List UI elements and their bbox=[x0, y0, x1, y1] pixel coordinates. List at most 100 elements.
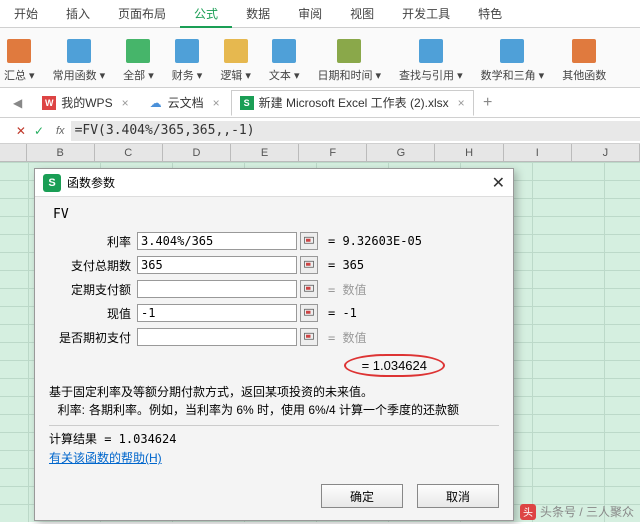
col-header[interactable]: I bbox=[504, 144, 572, 161]
ribbon-group-icon bbox=[500, 39, 524, 63]
function-name: FV bbox=[53, 207, 499, 222]
wps-icon: W bbox=[42, 96, 56, 110]
arg-input[interactable] bbox=[137, 328, 297, 346]
accept-formula-icon[interactable]: ✓ bbox=[34, 124, 44, 138]
arg-input[interactable] bbox=[137, 280, 297, 298]
argument-row: 支付总期数 = 365 bbox=[49, 254, 499, 276]
col-header[interactable]: F bbox=[299, 144, 367, 161]
cancel-formula-icon[interactable]: ✕ bbox=[16, 124, 26, 138]
arg-label: 支付总期数 bbox=[49, 257, 137, 274]
column-headers: B C D E F G H I J bbox=[0, 144, 640, 162]
formula-bar: ✕ ✓ fx =FV(3.404%/365,365,,-1) bbox=[0, 118, 640, 144]
ribbon-group-label: 汇总 ▾ bbox=[4, 67, 35, 83]
argument-row: 定期支付额 = 数值 bbox=[49, 278, 499, 300]
ribbon-group-icon bbox=[572, 39, 596, 63]
close-icon[interactable]: × bbox=[122, 96, 129, 110]
arg-value: = 9.32603E-05 bbox=[328, 234, 422, 248]
ribbon-group[interactable]: 常用函数 ▾ bbox=[53, 39, 106, 83]
ribbon-group-label: 逻辑 ▾ bbox=[220, 67, 251, 83]
range-selector-icon[interactable] bbox=[300, 304, 318, 322]
ribbon-tabs: 开始 插入 页面布局 公式 数据 审阅 视图 开发工具 特色 bbox=[0, 0, 640, 28]
ribbon-group-icon bbox=[419, 39, 443, 63]
toutiao-icon: 头 bbox=[520, 504, 536, 520]
ribbon-group[interactable]: 财务 ▾ bbox=[172, 39, 203, 83]
cloud-icon: ☁ bbox=[149, 96, 163, 110]
dialog-titlebar[interactable]: S 函数参数 ✕ bbox=[35, 169, 513, 197]
ribbon-group-icon bbox=[272, 39, 296, 63]
arg-input[interactable] bbox=[137, 304, 297, 322]
arg-label: 定期支付额 bbox=[49, 281, 137, 298]
cancel-button[interactable]: 取消 bbox=[417, 484, 499, 508]
ok-button[interactable]: 确定 bbox=[321, 484, 403, 508]
ribbon-groups: 汇总 ▾ 常用函数 ▾ 全部 ▾ 财务 ▾ 逻辑 ▾ 文本 ▾ 日期和时间 ▾ … bbox=[0, 28, 640, 88]
tab-start[interactable]: 开始 bbox=[0, 0, 52, 28]
ribbon-group[interactable]: 逻辑 ▾ bbox=[220, 39, 251, 83]
calc-result: 计算结果 = 1.034624 bbox=[49, 425, 499, 447]
ribbon-group-label: 文本 ▾ bbox=[269, 67, 300, 83]
argument-row: 利率 = 9.32603E-05 bbox=[49, 230, 499, 252]
ribbon-group[interactable]: 数学和三角 ▾ bbox=[481, 39, 545, 83]
function-arguments-dialog: S 函数参数 ✕ FV 利率 = 9.32603E-05 支付总期数 = 365… bbox=[34, 168, 514, 521]
new-tab-button[interactable]: + bbox=[476, 94, 500, 112]
argument-row: 现值 = -1 bbox=[49, 302, 499, 324]
arg-value: = -1 bbox=[328, 306, 357, 320]
tab-formulas[interactable]: 公式 bbox=[180, 0, 232, 28]
select-all-corner[interactable] bbox=[0, 144, 27, 161]
doctab-wps[interactable]: W 我的WPS × bbox=[33, 90, 137, 116]
tab-review[interactable]: 审阅 bbox=[284, 0, 336, 28]
close-icon[interactable]: × bbox=[458, 96, 465, 110]
result-preview: = 1.034624 bbox=[49, 354, 499, 377]
col-header[interactable]: B bbox=[27, 144, 95, 161]
tab-data[interactable]: 数据 bbox=[232, 0, 284, 28]
range-selector-icon[interactable] bbox=[300, 232, 318, 250]
dialog-title: 函数参数 bbox=[67, 174, 492, 191]
ribbon-group[interactable]: 其他函数 bbox=[562, 39, 606, 83]
tab-insert[interactable]: 插入 bbox=[52, 0, 104, 28]
help-link[interactable]: 有关该函数的帮助(H) bbox=[49, 449, 162, 466]
col-header[interactable]: J bbox=[572, 144, 640, 161]
ribbon-group-label: 全部 ▾ bbox=[123, 67, 154, 83]
formula-input[interactable]: =FV(3.404%/365,365,,-1) bbox=[71, 121, 640, 141]
ribbon-group[interactable]: 汇总 ▾ bbox=[4, 39, 35, 83]
fx-icon[interactable]: fx bbox=[50, 125, 71, 137]
arg-input[interactable] bbox=[137, 256, 297, 274]
ribbon-group-icon bbox=[224, 39, 248, 63]
watermark: 头 头条号 / 三人聚众 bbox=[520, 503, 634, 520]
range-selector-icon[interactable] bbox=[300, 256, 318, 274]
range-selector-icon[interactable] bbox=[300, 328, 318, 346]
ribbon-group[interactable]: 全部 ▾ bbox=[123, 39, 154, 83]
ribbon-group-icon bbox=[67, 39, 91, 63]
close-icon[interactable]: ✕ bbox=[492, 173, 505, 193]
tab-devtools[interactable]: 开发工具 bbox=[388, 0, 464, 28]
tab-special[interactable]: 特色 bbox=[464, 0, 516, 28]
ribbon-group-label: 查找与引用 ▾ bbox=[399, 67, 463, 83]
ribbon-group-icon bbox=[7, 39, 31, 63]
doctab-back[interactable]: ◀ bbox=[4, 90, 31, 116]
tab-view[interactable]: 视图 bbox=[336, 0, 388, 28]
app-icon: S bbox=[43, 174, 61, 192]
ribbon-group-label: 数学和三角 ▾ bbox=[481, 67, 545, 83]
col-header[interactable]: C bbox=[95, 144, 163, 161]
close-icon[interactable]: × bbox=[213, 96, 220, 110]
ribbon-group-label: 日期和时间 ▾ bbox=[317, 67, 381, 83]
doctab-wps-label: 我的WPS bbox=[61, 94, 112, 111]
ribbon-group[interactable]: 日期和时间 ▾ bbox=[317, 39, 381, 83]
col-header[interactable]: H bbox=[435, 144, 503, 161]
ribbon-group[interactable]: 文本 ▾ bbox=[269, 39, 300, 83]
doctab-file-label: 新建 Microsoft Excel 工作表 (2).xlsx bbox=[259, 94, 449, 111]
arg-label: 利率 bbox=[49, 233, 137, 250]
ribbon-group[interactable]: 查找与引用 ▾ bbox=[399, 39, 463, 83]
range-selector-icon[interactable] bbox=[300, 280, 318, 298]
col-header[interactable]: D bbox=[163, 144, 231, 161]
col-header[interactable]: G bbox=[367, 144, 435, 161]
doctab-cloud[interactable]: ☁ 云文档 × bbox=[140, 90, 229, 116]
tab-pagelayout[interactable]: 页面布局 bbox=[104, 0, 180, 28]
arg-value: = 数值 bbox=[328, 281, 366, 298]
col-header[interactable]: E bbox=[231, 144, 299, 161]
doctab-file[interactable]: S 新建 Microsoft Excel 工作表 (2).xlsx × bbox=[231, 90, 474, 116]
function-description: 基于固定利率及等额分期付款方式，返回某项投资的未来值。 利率: 各期利率。例如，… bbox=[49, 383, 499, 419]
ribbon-group-icon bbox=[175, 39, 199, 63]
ribbon-group-icon bbox=[126, 39, 150, 63]
arg-input[interactable] bbox=[137, 232, 297, 250]
argument-row: 是否期初支付 = 数值 bbox=[49, 326, 499, 348]
